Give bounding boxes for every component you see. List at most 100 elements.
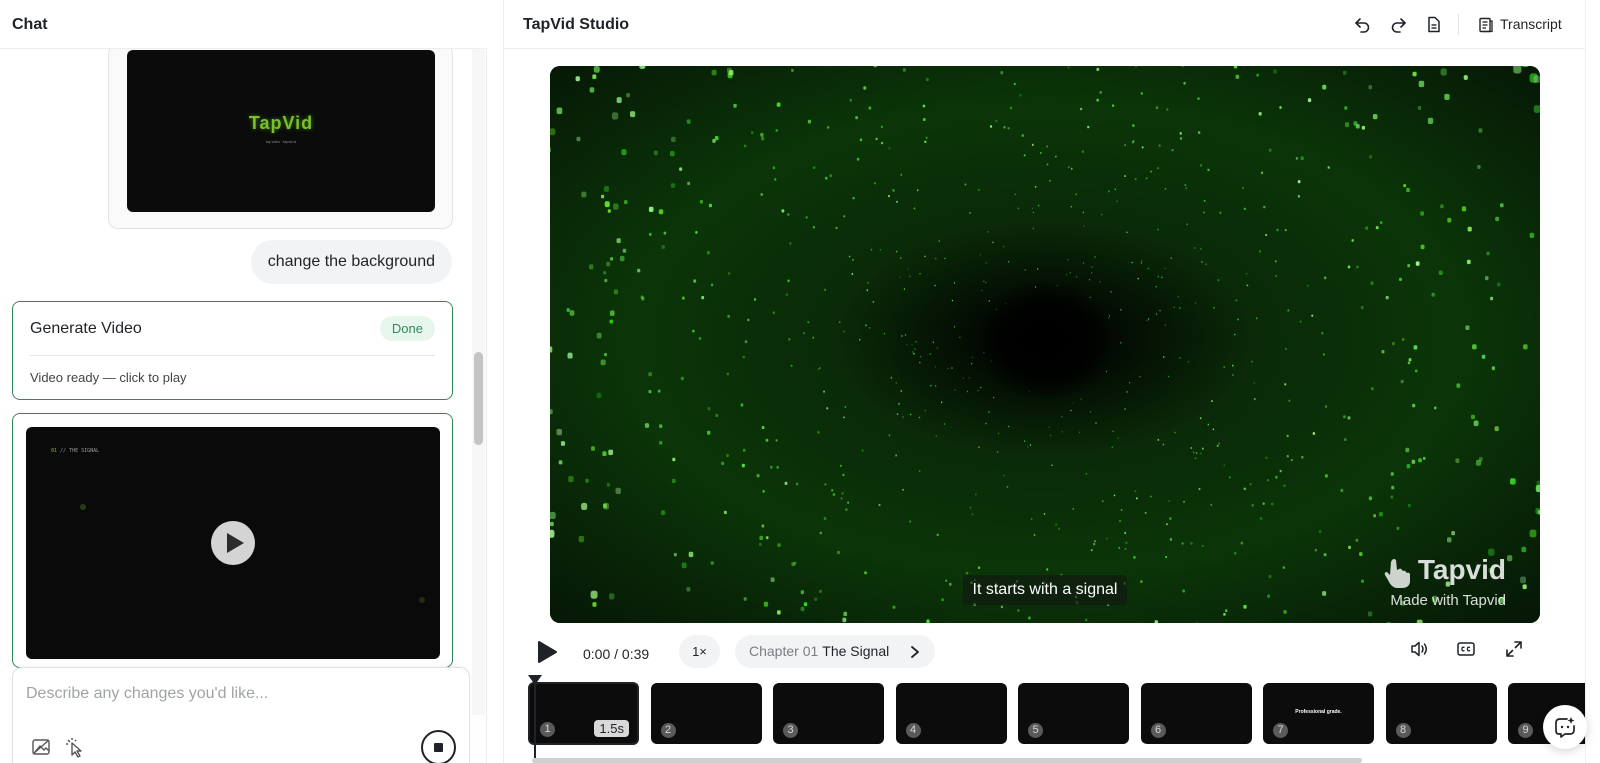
matrix-glyph: [1120, 309, 1122, 311]
volume-icon[interactable]: [1409, 639, 1429, 659]
matrix-glyph: [847, 501, 849, 504]
matrix-glyph: [567, 352, 573, 359]
assistant-button[interactable]: [1543, 705, 1587, 749]
fullscreen-icon[interactable]: [1504, 639, 1524, 659]
timeline-clip[interactable]: 7 Professional grade.: [1263, 683, 1374, 744]
matrix-glyph: [913, 207, 916, 210]
matrix-glyph: [1155, 313, 1158, 315]
matrix-glyph: [1368, 85, 1372, 90]
matrix-glyph: [1420, 211, 1424, 216]
matrix-glyph: [856, 157, 860, 161]
matrix-glyph: [1111, 446, 1113, 448]
matrix-glyph: [1418, 458, 1422, 463]
matrix-glyph: [1119, 520, 1121, 522]
timeline-clip[interactable]: 1 1.5s: [528, 682, 639, 745]
matrix-glyph: [1113, 494, 1116, 497]
matrix-glyph: [616, 97, 622, 103]
play-icon[interactable]: [536, 640, 558, 664]
cc-icon[interactable]: [1456, 639, 1476, 659]
matrix-glyph: [935, 385, 937, 387]
matrix-glyph: [604, 278, 608, 283]
transcript-button[interactable]: Transcript: [1472, 11, 1568, 38]
matrix-glyph: [1211, 400, 1213, 402]
generate-video-status[interactable]: Video ready — click to play: [30, 370, 187, 385]
generated-video-thumbnail[interactable]: 01 // THE SIGNAL: [26, 427, 440, 659]
select-element-icon[interactable]: [64, 736, 86, 758]
playhead-line: [534, 681, 536, 763]
generate-video-card[interactable]: Generate Video Done Video ready — click …: [12, 301, 453, 400]
matrix-glyph: [803, 332, 805, 335]
matrix-glyph: [900, 257, 902, 259]
matrix-glyph: [1124, 531, 1127, 535]
matrix-glyph: [1324, 276, 1327, 280]
document-button[interactable]: [1420, 11, 1447, 38]
matrix-glyph: [1283, 610, 1287, 614]
image-attach-icon[interactable]: [30, 736, 52, 758]
matrix-glyph: [1091, 266, 1093, 268]
matrix-glyph: [1481, 354, 1486, 359]
matrix-glyph: [1072, 402, 1074, 404]
matrix-glyph: [1032, 211, 1035, 214]
previous-video-card[interactable]: TapVid tap video · tapvid.ai: [108, 44, 453, 229]
matrix-glyph: [936, 533, 939, 536]
redo-button[interactable]: [1385, 11, 1412, 38]
matrix-glyph: [864, 571, 867, 575]
matrix-glyph: [550, 346, 553, 353]
matrix-glyph: [568, 476, 574, 483]
timeline-clip[interactable]: 8: [1385, 683, 1497, 744]
matrix-glyph: [1372, 114, 1378, 120]
video-caption: 01 // THE SIGNAL: [51, 448, 99, 454]
matrix-glyph: [1347, 416, 1351, 420]
matrix-glyph: [1314, 548, 1317, 552]
video-player[interactable]: [550, 66, 1540, 623]
matrix-glyph: [1283, 484, 1286, 487]
matrix-glyph: [868, 327, 871, 329]
matrix-glyph: [953, 326, 956, 328]
timeline-clip[interactable]: 3: [773, 683, 884, 744]
matrix-glyph: [1438, 270, 1443, 275]
matrix-glyph: [1225, 609, 1228, 613]
undo-button[interactable]: [1349, 11, 1376, 38]
chapter-selector[interactable]: Chapter 01 The Signal: [735, 635, 935, 668]
stop-generation-button[interactable]: [421, 730, 456, 763]
matrix-glyph: [935, 435, 937, 437]
matrix-glyph: [1140, 92, 1143, 95]
matrix-glyph: [1407, 264, 1411, 268]
matrix-glyph: [1210, 503, 1213, 506]
generated-video-card[interactable]: 01 // THE SIGNAL: [12, 413, 453, 668]
video-play-button[interactable]: [211, 521, 255, 565]
matrix-glyph: [1287, 309, 1290, 312]
matrix-glyph: [765, 536, 769, 540]
matrix-glyph: [919, 355, 922, 358]
matrix-glyph: [930, 384, 932, 387]
timeline-scrollbar[interactable]: [532, 758, 1362, 763]
matrix-glyph: [819, 531, 822, 535]
previous-video-thumbnail[interactable]: TapVid tap video · tapvid.ai: [127, 50, 435, 212]
matrix-glyph: [1069, 272, 1071, 274]
timeline-clip[interactable]: 4: [895, 683, 1007, 744]
matrix-glyph: [1023, 154, 1026, 157]
message-input[interactable]: [26, 681, 446, 707]
timeline-clip[interactable]: 2: [650, 683, 762, 744]
chat-scrollbar[interactable]: [474, 352, 483, 445]
clip-timeline[interactable]: 1 1.5s 2 3 4 5 6 7 Professional grade. 8 9: [524, 675, 1586, 763]
matrix-glyph: [1299, 320, 1302, 323]
matrix-glyph: [1392, 341, 1395, 346]
matrix-glyph: [630, 111, 636, 118]
status-badge: Done: [379, 316, 435, 341]
matrix-glyph: [879, 249, 882, 251]
matrix-glyph: [710, 283, 714, 287]
matrix-glyph: [1223, 464, 1226, 467]
matrix-glyph: [686, 119, 691, 124]
playback-speed-button[interactable]: 1×: [679, 635, 720, 668]
matrix-glyph: [760, 136, 765, 141]
matrix-glyph: [558, 460, 563, 465]
timeline-clip[interactable]: 6: [1140, 683, 1252, 744]
matrix-glyph: [591, 446, 595, 451]
matrix-glyph: [1046, 568, 1049, 571]
message-composer: [12, 667, 470, 763]
timeline-clip[interactable]: 5: [1018, 683, 1129, 744]
matrix-glyph: [951, 299, 954, 302]
watermark-subtitle: Made with Tapvid: [1390, 592, 1506, 609]
matrix-glyph: [902, 416, 904, 418]
